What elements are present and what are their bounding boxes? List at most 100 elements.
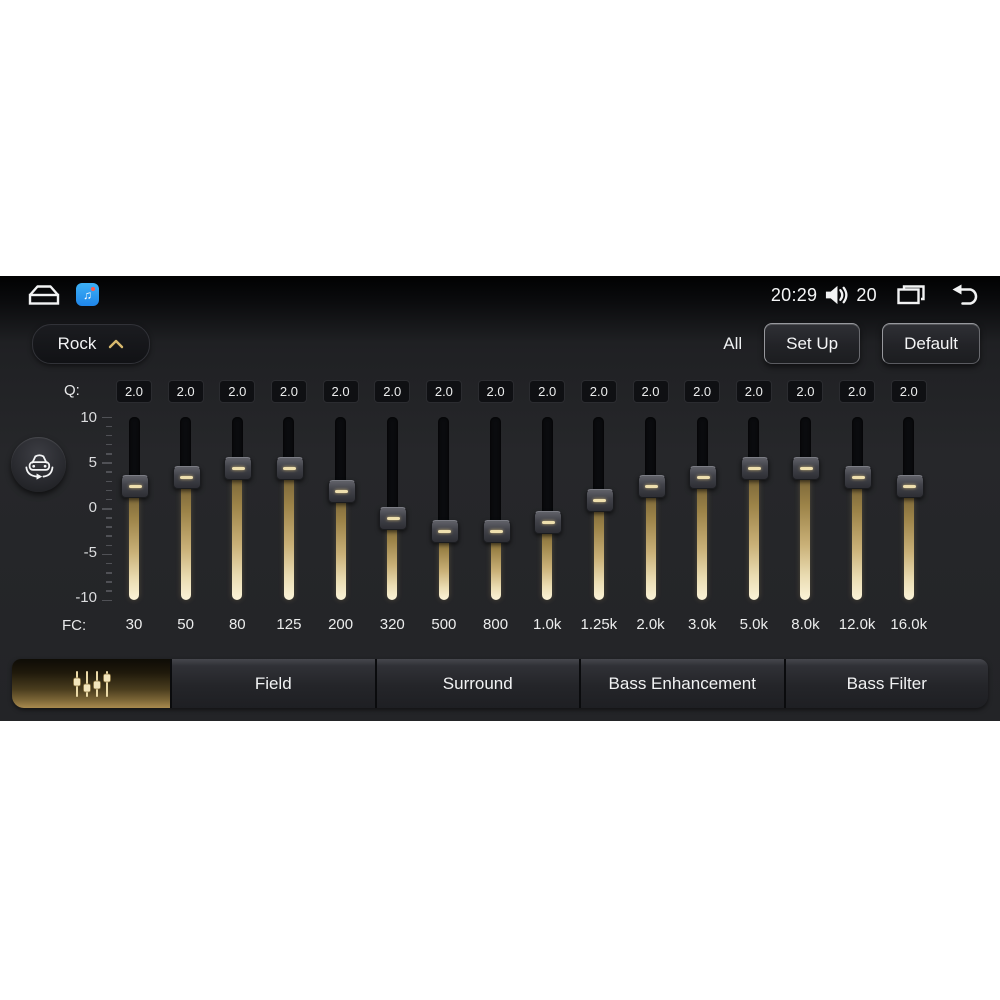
slider-track-upper (541, 417, 553, 522)
fc-value: 2.0k (636, 616, 665, 633)
handle-grip-line (231, 467, 245, 470)
tab-equalizer[interactable] (12, 659, 170, 708)
slider-handle[interactable] (379, 506, 408, 530)
tab-surround[interactable]: Surround (374, 659, 579, 708)
preset-label: Rock (57, 334, 97, 353)
slider-handle[interactable] (275, 457, 304, 480)
slider-handle[interactable] (895, 475, 924, 498)
slider-track-lower (335, 490, 346, 600)
slider-handle[interactable] (534, 511, 563, 534)
fc-value: 50 (177, 616, 194, 633)
eq-band-slider[interactable] (534, 417, 563, 600)
handle-grip-line (386, 516, 400, 520)
bottom-tab-bar: Field Surround Bass Enhancement Bass Fil… (12, 659, 988, 708)
preset-dropdown[interactable]: Rock (32, 324, 150, 364)
axis-tick (102, 416, 112, 418)
volume-icon[interactable] (824, 283, 849, 307)
eq-band-slider[interactable] (792, 417, 821, 600)
handle-grip-line (903, 485, 917, 488)
eq-band-slider[interactable] (275, 417, 304, 600)
slider-track-lower (697, 476, 708, 600)
eq-band-slider[interactable] (637, 417, 666, 600)
q-value-box: 2.0 (322, 380, 359, 403)
eq-band-slider[interactable] (844, 417, 873, 600)
music-app-icon[interactable]: ♫ (76, 283, 99, 306)
home-icon[interactable] (27, 284, 61, 306)
slider-track-upper (438, 417, 450, 531)
axis-tick (106, 581, 112, 583)
eq-band-slider[interactable] (482, 417, 511, 600)
q-value-box: 2.0 (684, 380, 721, 403)
eq-band-slider[interactable] (689, 417, 718, 600)
slider-track-upper (386, 417, 398, 517)
slider-track-lower (180, 476, 191, 600)
default-button[interactable]: Default (882, 323, 980, 364)
slider-track-lower (748, 467, 759, 600)
slider-handle[interactable] (482, 520, 511, 543)
axis-tick (106, 590, 112, 592)
eq-band-slider[interactable] (585, 417, 614, 600)
fc-value: 500 (431, 616, 457, 633)
slider-handle[interactable] (792, 457, 821, 480)
slider-handle[interactable] (121, 475, 149, 498)
tab-bass-filter[interactable]: Bass Filter (783, 659, 988, 708)
slider-track-upper (490, 417, 502, 531)
chevron-up-icon (109, 339, 124, 349)
car-surround-button[interactable] (11, 437, 66, 492)
slider-handle[interactable] (740, 457, 769, 480)
slider-track-lower (283, 467, 294, 600)
slider-track-lower (852, 476, 863, 600)
slider-handle[interactable] (844, 466, 873, 489)
handle-grip-line (541, 521, 555, 524)
handle-grip-line (593, 498, 607, 502)
eq-band-slider[interactable] (740, 417, 769, 600)
eq-band-slider[interactable] (224, 417, 253, 600)
eq-band-slider[interactable] (430, 417, 459, 600)
gain-axis-label: -10 (75, 589, 97, 606)
slider-handle[interactable] (327, 479, 356, 503)
q-value-box: 2.0 (116, 380, 152, 403)
fc-value: 1.0k (533, 616, 562, 633)
slider-track-lower (645, 485, 656, 600)
eq-band-slider[interactable] (895, 417, 924, 600)
eq-band-slider[interactable] (121, 417, 149, 600)
setup-button[interactable]: Set Up (764, 323, 861, 364)
slider-track-lower (800, 467, 811, 600)
slider-handle[interactable] (224, 457, 253, 480)
slider-handle[interactable] (172, 466, 201, 489)
fc-value: 16.0k (890, 616, 928, 633)
slider-track-lower (232, 467, 243, 600)
axis-tick (106, 443, 112, 446)
slider-handle[interactable] (689, 466, 718, 489)
axis-tick (106, 453, 112, 455)
axis-tick (102, 508, 112, 510)
recents-icon[interactable] (895, 284, 927, 307)
q-value-box: 2.0 (735, 380, 772, 403)
fc-value: 320 (379, 616, 405, 633)
slider-track-upper (593, 417, 605, 499)
handle-grip-line (335, 489, 349, 493)
status-bar-right: 20:29 20 (771, 282, 982, 308)
handle-grip-line (490, 530, 504, 533)
q-value-box: 2.0 (839, 380, 876, 403)
all-label[interactable]: All (723, 334, 742, 354)
eq-band-slider[interactable] (172, 417, 201, 600)
tab-field[interactable]: Field (170, 659, 375, 708)
fc-value: 12.0k (838, 616, 876, 633)
eq-band-slider[interactable] (379, 417, 408, 600)
clock: 20:29 (770, 284, 818, 305)
gain-axis-label: -5 (83, 544, 97, 561)
q-value-box: 2.0 (890, 380, 927, 403)
slider-handle[interactable] (430, 520, 459, 543)
slider-handle[interactable] (637, 475, 666, 498)
volume-value: 20 (856, 284, 877, 305)
screen: ♫ 20:29 20 Rock All Set Up Default Q: FC… (0, 0, 1000, 1000)
back-icon[interactable] (949, 283, 982, 307)
tab-bass-enhancement[interactable]: Bass Enhancement (579, 659, 784, 708)
q-value-box: 2.0 (219, 380, 256, 403)
slider-handle[interactable] (585, 488, 614, 512)
axis-tick (106, 434, 112, 437)
eq-band-slider[interactable] (327, 417, 356, 600)
fc-value: 8.0k (791, 616, 820, 633)
fc-value: 125 (276, 616, 302, 633)
